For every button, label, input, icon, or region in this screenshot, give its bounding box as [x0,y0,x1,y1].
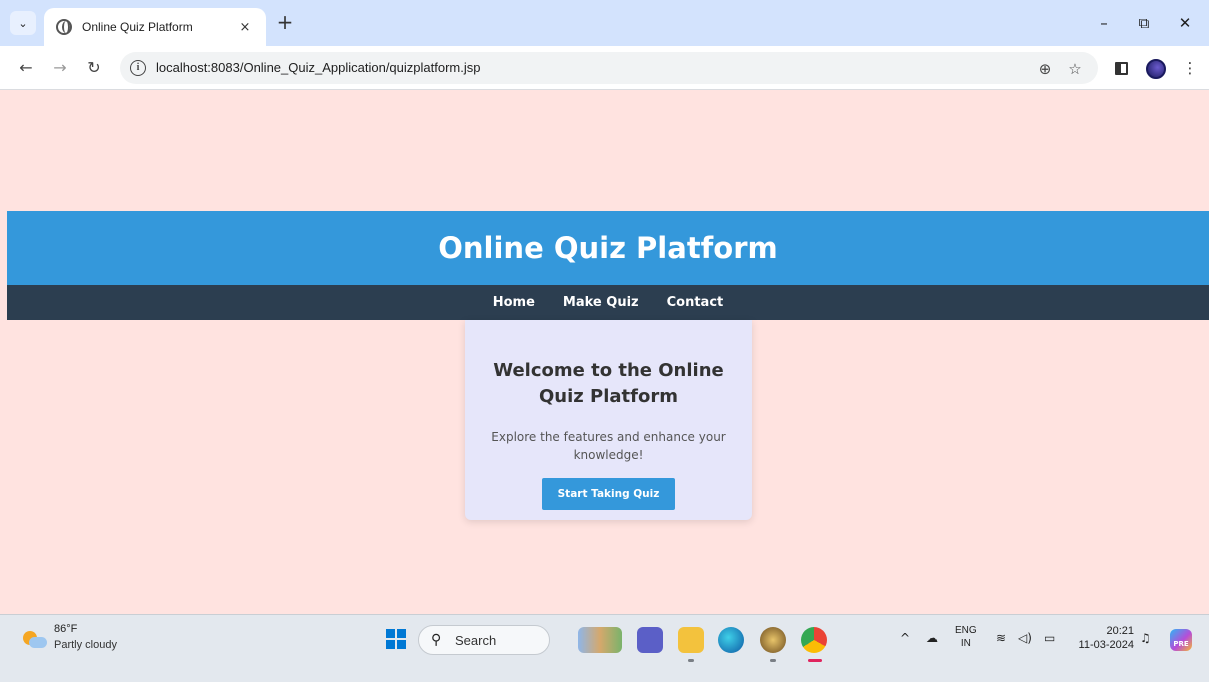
browser-tab-strip: ⌄ Online Quiz Platform × + – ⧉ ✕ [0,0,1209,46]
language-indicator[interactable]: ENG IN [955,624,977,650]
welcome-text: Explore the features and enhance your kn… [491,430,726,462]
restore-button[interactable]: ⧉ [1127,10,1161,36]
forward-icon[interactable]: → [48,56,72,80]
edge-icon[interactable] [718,627,744,653]
profile-avatar[interactable] [1146,59,1166,79]
file-explorer-icon[interactable] [678,627,704,653]
globe-icon [56,19,72,35]
notification-bell-icon[interactable]: ♫ [1140,631,1151,645]
taskbar-search[interactable]: ⚲ Search [418,625,550,655]
nav-contact-link[interactable]: Contact [667,295,724,310]
onedrive-icon[interactable]: ☁ [926,631,938,645]
site-info-icon[interactable]: i [130,60,146,76]
close-window-button[interactable]: ✕ [1168,10,1202,36]
bookmark-star-icon[interactable]: ☆ [1064,58,1086,80]
chrome-icon[interactable] [801,627,827,653]
tab-close-icon[interactable]: × [236,20,254,35]
copilot-icon[interactable]: PRE [1170,629,1192,651]
start-quiz-button[interactable]: Start Taking Quiz [541,478,676,510]
show-hidden-icons[interactable]: ^ [900,631,910,645]
nav-home-link[interactable]: Home [493,295,535,310]
zoom-icon[interactable]: ⊕ [1034,58,1056,80]
tab-title: Online Quiz Platform [82,20,193,34]
page-viewport: Online Quiz Platform Home Make Quiz Cont… [0,90,1209,614]
widgets-app-icon[interactable] [578,627,622,653]
app-icon[interactable] [760,627,786,653]
address-url[interactable]: localhost:8083/Online_Quiz_Application/q… [156,60,480,75]
volume-icon[interactable]: ◁) [1018,631,1032,645]
back-icon[interactable]: ← [14,56,38,80]
search-icon: ⚲ [431,632,442,648]
weather-icon[interactable] [23,631,47,651]
side-panel-icon[interactable] [1115,62,1128,75]
page-title: Online Quiz Platform [438,231,778,265]
site-header: Online Quiz Platform [7,211,1209,285]
battery-icon[interactable]: ▭ [1044,631,1055,645]
browser-toolbar: ← → ↻ i localhost:8083/Online_Quiz_Appli… [0,46,1209,90]
welcome-card: Welcome to the Online Quiz Platform Expl… [465,320,752,520]
wifi-icon[interactable]: ≋ [996,631,1006,645]
reload-icon[interactable]: ↻ [82,56,106,80]
weather-temp[interactable]: 86°F [54,623,77,635]
nav-make-quiz-link[interactable]: Make Quiz [563,295,639,310]
teams-icon[interactable] [637,627,663,653]
taskbar: 86°F Partly cloudy ⚲ Search ^ ☁ ENG IN ≋ … [0,614,1209,682]
welcome-heading: Welcome to the Online Quiz Platform [493,360,724,407]
taskbar-search-label: Search [455,633,497,648]
windows-start-icon[interactable] [386,629,406,649]
weather-condition[interactable]: Partly cloudy [54,639,117,651]
tab-search-icon[interactable]: ⌄ [10,11,36,35]
minimize-button[interactable]: – [1087,10,1121,36]
address-bar[interactable]: i localhost:8083/Online_Quiz_Application… [120,52,1098,84]
menu-kebab-icon[interactable]: ⋮ [1178,56,1202,80]
site-nav: Home Make Quiz Contact [7,285,1209,320]
new-tab-button[interactable]: + [274,12,296,34]
clock[interactable]: 20:21 11-03-2024 [1074,624,1134,652]
browser-tab[interactable]: Online Quiz Platform × [44,8,266,46]
